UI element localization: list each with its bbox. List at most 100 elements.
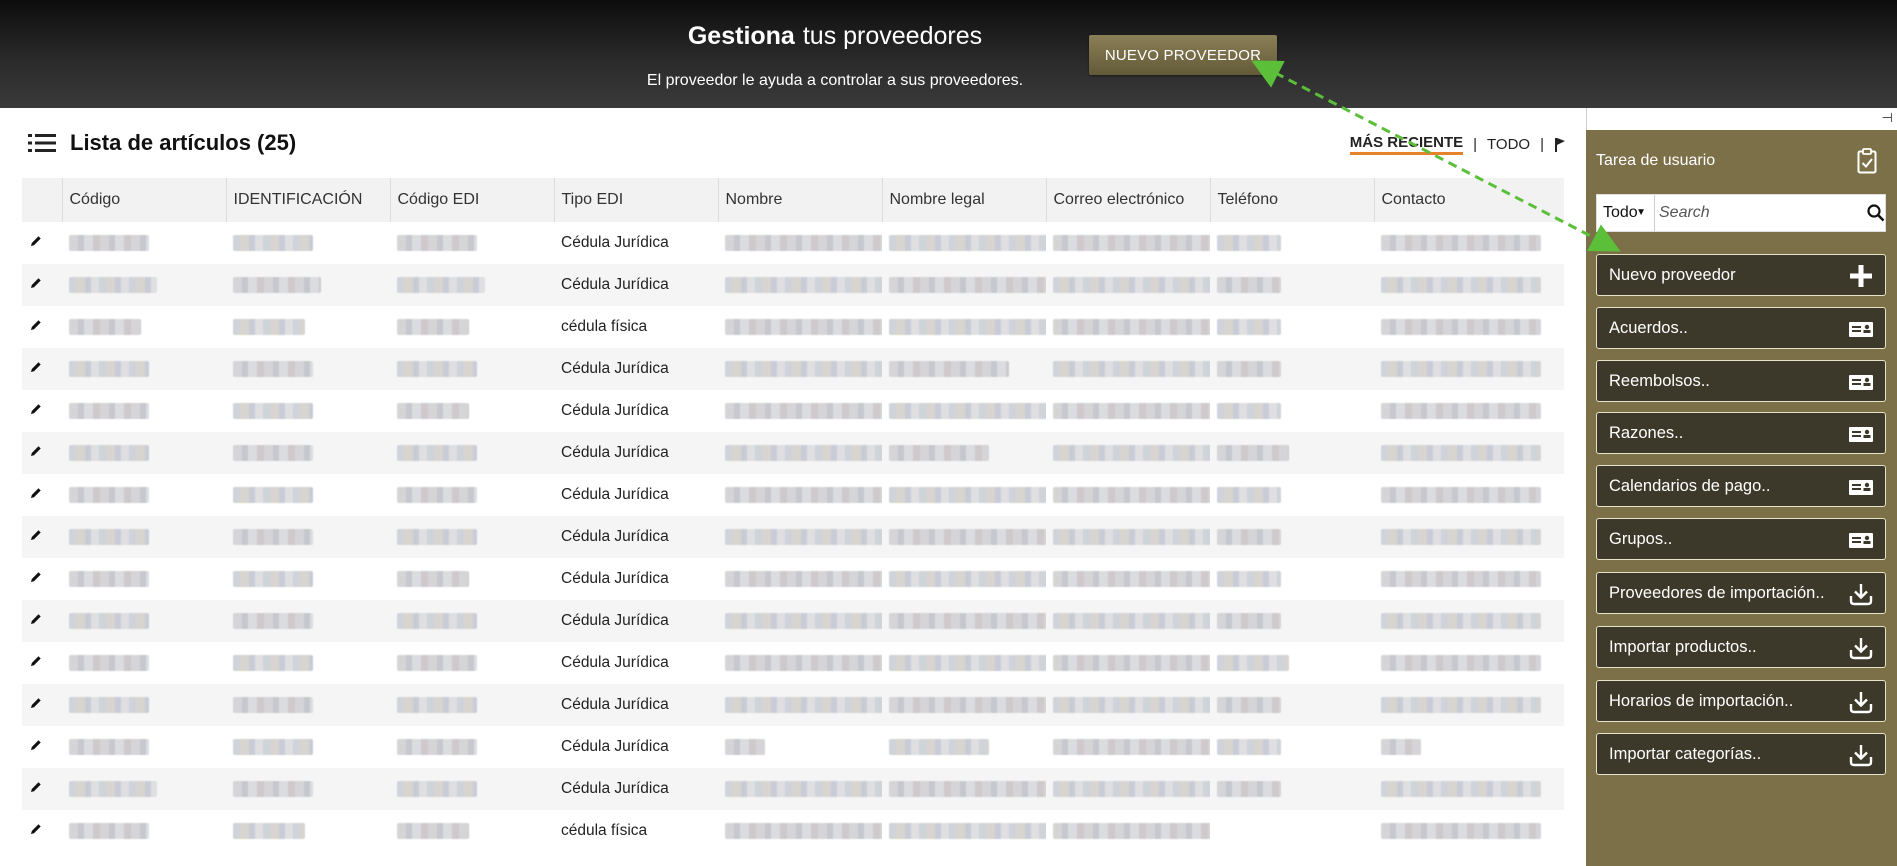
task-button[interactable]: Horarios de importación..	[1596, 680, 1886, 722]
redacted-cell	[226, 516, 390, 558]
pencil-icon[interactable]	[30, 697, 42, 709]
new-provider-button[interactable]: NUEVO PROVEEDOR	[1089, 35, 1277, 75]
table-row[interactable]: Cédula Jurídica	[22, 432, 1564, 474]
column-header[interactable]: Teléfono	[1209, 178, 1374, 222]
filter-select[interactable]: Todo ▼	[1597, 195, 1655, 231]
column-header[interactable]: Código	[61, 178, 226, 222]
pencil-icon[interactable]	[30, 361, 42, 373]
redacted-value	[1381, 318, 1541, 335]
table-row[interactable]: Cédula Jurídica	[22, 516, 1564, 558]
pencil-icon[interactable]	[30, 235, 42, 247]
redacted-value	[397, 402, 469, 419]
column-header[interactable]: Correo electrónico	[1045, 178, 1210, 222]
redacted-value	[69, 780, 157, 797]
redacted-value	[397, 318, 469, 335]
redacted-cell	[1046, 516, 1210, 558]
redacted-value	[725, 612, 882, 629]
pencil-icon[interactable]	[30, 781, 42, 793]
pencil-icon[interactable]	[30, 613, 42, 625]
redacted-value	[1217, 654, 1289, 671]
task-button[interactable]: Calendarios de pago..	[1596, 465, 1886, 507]
redacted-cell	[226, 432, 390, 474]
redacted-value	[1381, 528, 1541, 545]
filter-most-recent[interactable]: MÁS RECIENTE	[1349, 134, 1464, 155]
redacted-value	[1381, 234, 1541, 251]
pencil-icon[interactable]	[30, 571, 42, 583]
pencil-icon[interactable]	[30, 445, 42, 457]
redacted-value	[69, 402, 149, 419]
pin-icon[interactable]: ⊣	[1882, 110, 1893, 126]
filter-select-value: Todo	[1603, 204, 1638, 221]
table-row[interactable]: Cédula Jurídica	[22, 390, 1564, 432]
redacted-cell	[1046, 768, 1210, 810]
pencil-icon[interactable]	[30, 823, 42, 835]
table-row[interactable]: Cédula Jurídica	[22, 768, 1564, 810]
table-row[interactable]: cédula física	[22, 810, 1564, 852]
table-row[interactable]: Cédula Jurídica	[22, 642, 1564, 684]
task-button[interactable]: Acuerdos..	[1596, 307, 1886, 349]
flag-icon[interactable]	[1554, 137, 1566, 153]
column-header[interactable]: Contacto	[1373, 178, 1564, 222]
table-row[interactable]: Cédula Jurídica	[22, 726, 1564, 768]
tipo-edi-cell: Cédula Jurídica	[561, 654, 669, 671]
redacted-cell	[1046, 432, 1210, 474]
search-icon[interactable]	[1867, 195, 1885, 231]
task-button[interactable]: Importar categorías..	[1596, 733, 1886, 775]
redacted-value	[725, 822, 882, 839]
list-icon[interactable]	[28, 132, 56, 154]
sidebar-title: Tarea de usuario	[1596, 152, 1716, 169]
task-label: Horarios de importación..	[1609, 691, 1794, 710]
pencil-icon[interactable]	[30, 487, 42, 499]
tipo-edi-cell: cédula física	[561, 318, 648, 335]
table-row[interactable]: Cédula Jurídica	[22, 222, 1564, 264]
table-row[interactable]: Cédula Jurídica	[22, 684, 1564, 726]
table-row[interactable]: Cédula Jurídica	[22, 348, 1564, 390]
edit-cell	[22, 684, 62, 726]
redacted-cell	[390, 222, 554, 264]
redacted-cell	[226, 726, 390, 768]
pencil-icon[interactable]	[30, 739, 42, 751]
redacted-value	[1217, 402, 1281, 419]
table-row[interactable]: Cédula Jurídica	[22, 264, 1564, 306]
redacted-value	[397, 822, 469, 839]
redacted-value	[889, 780, 1046, 797]
pencil-icon[interactable]	[30, 529, 42, 541]
column-header[interactable]: Nombre legal	[881, 178, 1046, 222]
table-row[interactable]: Cédula Jurídica	[22, 600, 1564, 642]
redacted-cell	[718, 432, 882, 474]
column-header[interactable]: IDENTIFICACIÓN	[225, 178, 390, 222]
main-content: Lista de artículos (25) MÁS RECIENTE | T…	[0, 108, 1586, 866]
task-button[interactable]: Importar productos..	[1596, 626, 1886, 668]
edit-cell	[22, 810, 62, 852]
column-header-actions[interactable]	[22, 178, 62, 222]
task-button[interactable]: Nuevo proveedor	[1596, 254, 1886, 296]
redacted-value	[1381, 360, 1541, 377]
column-header[interactable]: Tipo EDI	[553, 178, 718, 222]
redacted-cell	[882, 474, 1046, 516]
pencil-icon[interactable]	[30, 403, 42, 415]
redacted-value	[397, 360, 477, 377]
column-header[interactable]: Código EDI	[389, 178, 554, 222]
redacted-value	[69, 444, 149, 461]
redacted-value	[397, 654, 477, 671]
redacted-cell	[1046, 348, 1210, 390]
id-card-icon	[1849, 317, 1873, 341]
redacted-value	[1053, 486, 1210, 503]
table-row[interactable]: Cédula Jurídica	[22, 474, 1564, 516]
pencil-icon[interactable]	[30, 277, 42, 289]
table-row[interactable]: cédula física	[22, 306, 1564, 348]
pencil-icon[interactable]	[30, 319, 42, 331]
task-button[interactable]: Razones..	[1596, 412, 1886, 454]
task-label: Reembolsos..	[1609, 371, 1710, 390]
filter-all[interactable]: TODO	[1487, 136, 1530, 153]
task-button[interactable]: Reembolsos..	[1596, 360, 1886, 402]
pencil-icon[interactable]	[30, 655, 42, 667]
redacted-cell	[62, 684, 226, 726]
table-row[interactable]: Cédula Jurídica	[22, 558, 1564, 600]
task-button[interactable]: Proveedores de importación..	[1596, 572, 1886, 614]
search-input[interactable]	[1655, 195, 1867, 231]
task-button[interactable]: Grupos..	[1596, 518, 1886, 560]
column-header[interactable]: Nombre	[717, 178, 882, 222]
redacted-value	[233, 696, 313, 713]
redacted-value	[1381, 444, 1541, 461]
